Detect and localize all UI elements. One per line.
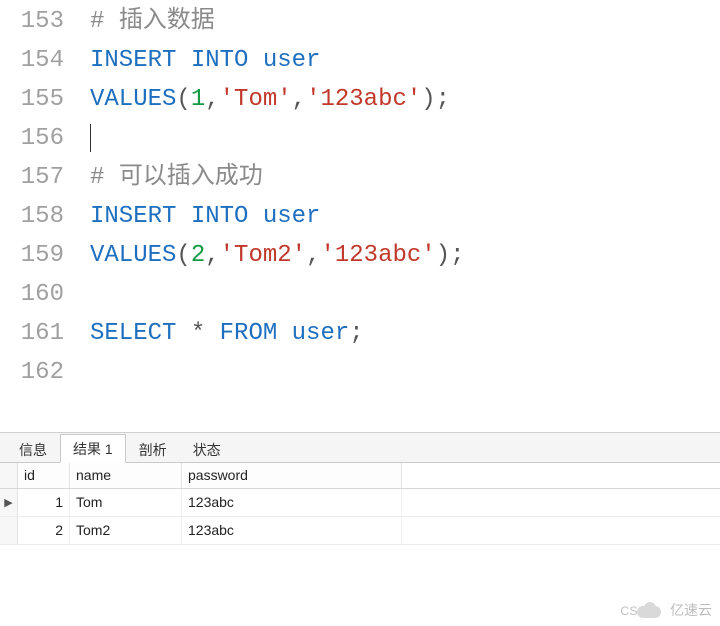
code-line[interactable]: 159VALUES(2,'Tom2','123abc'); — [0, 236, 720, 275]
code-token: 'Tom2' — [220, 242, 306, 269]
code-line[interactable]: 156 — [0, 119, 720, 158]
column-header-id[interactable]: id — [18, 463, 70, 488]
line-number: 156 — [0, 119, 78, 158]
row-handle[interactable] — [0, 517, 18, 544]
code-token: 2 — [191, 242, 205, 269]
code-token: , — [205, 242, 219, 269]
cell-password[interactable]: 123abc — [182, 517, 402, 544]
cell-name[interactable]: Tom — [70, 489, 182, 516]
row-handle[interactable]: ▶ — [0, 489, 18, 516]
code-line[interactable]: 153# 插入数据 — [0, 2, 720, 41]
code-token — [277, 320, 291, 347]
line-number: 161 — [0, 314, 78, 353]
code-token: VALUES — [90, 242, 176, 269]
line-number: 160 — [0, 275, 78, 314]
tab-信息[interactable]: 信息 — [6, 435, 60, 463]
column-header-password[interactable]: password — [182, 463, 402, 488]
grid-header-row: id name password — [0, 463, 720, 489]
code-token: , — [205, 86, 219, 113]
column-header-name[interactable]: name — [70, 463, 182, 488]
line-number: 157 — [0, 158, 78, 197]
code-token: , — [306, 242, 320, 269]
line-number: 159 — [0, 236, 78, 275]
table-row[interactable]: 2Tom2123abc — [0, 517, 720, 545]
code-line[interactable]: 155VALUES(1,'Tom','123abc'); — [0, 80, 720, 119]
code-token: user — [292, 320, 350, 347]
code-content[interactable]: # 插入数据 — [80, 2, 215, 41]
line-number: 158 — [0, 197, 78, 236]
line-number: 155 — [0, 80, 78, 119]
code-token: , — [292, 86, 306, 113]
result-grid[interactable]: id name password ▶1Tom123abc2Tom2123abc — [0, 463, 720, 545]
code-token: '123abc' — [306, 86, 421, 113]
line-number: 153 — [0, 2, 78, 41]
tab-剖析[interactable]: 剖析 — [126, 435, 180, 463]
code-token: user — [263, 203, 321, 230]
code-token — [205, 320, 219, 347]
code-token: FROM — [220, 320, 278, 347]
cell-id[interactable]: 1 — [18, 489, 70, 516]
code-line[interactable]: 160 — [0, 275, 720, 314]
code-line[interactable]: 158INSERT INTO user — [0, 197, 720, 236]
line-number: 154 — [0, 41, 78, 80]
cell-name[interactable]: Tom2 — [70, 517, 182, 544]
table-row[interactable]: ▶ 1Tom123abc — [0, 489, 720, 517]
code-token — [176, 47, 190, 74]
code-token: ; — [349, 320, 363, 347]
code-token — [176, 203, 190, 230]
code-token: INSERT — [90, 203, 176, 230]
code-token — [248, 47, 262, 74]
code-token: '123abc' — [320, 242, 435, 269]
code-editor[interactable]: 153# 插入数据154INSERT INTO user155VALUES(1,… — [0, 0, 720, 392]
line-number: 162 — [0, 353, 78, 392]
code-token: ( — [176, 86, 190, 113]
code-token: INTO — [191, 203, 249, 230]
code-token: ); — [436, 242, 465, 269]
code-token: INSERT — [90, 47, 176, 74]
code-content[interactable] — [80, 119, 91, 158]
code-token: 'Tom' — [220, 86, 292, 113]
tab-状态[interactable]: 状态 — [180, 435, 234, 463]
code-token: 可以插入成功 — [119, 164, 263, 191]
result-tabs: 信息结果 1剖析状态 — [0, 433, 720, 463]
watermark-text: 亿速云 — [670, 600, 712, 620]
code-token — [176, 320, 190, 347]
cell-id[interactable]: 2 — [18, 517, 70, 544]
code-token: VALUES — [90, 86, 176, 113]
tab-结果 1[interactable]: 结果 1 — [60, 434, 126, 463]
text-cursor — [90, 124, 91, 152]
code-token: # — [90, 8, 119, 35]
code-content[interactable]: VALUES(1,'Tom','123abc'); — [80, 80, 450, 119]
code-content[interactable]: INSERT INTO user — [80, 197, 320, 236]
code-content[interactable]: # 可以插入成功 — [80, 158, 263, 197]
row-handle-header — [0, 463, 18, 488]
code-token: # — [90, 164, 119, 191]
results-panel: 信息结果 1剖析状态 id name password ▶1Tom123abc2… — [0, 432, 720, 545]
cell-password[interactable]: 123abc — [182, 489, 402, 516]
code-token: ); — [421, 86, 450, 113]
cloud-icon — [634, 600, 664, 620]
watermark: 亿速云 — [634, 600, 712, 620]
code-content[interactable]: VALUES(2,'Tom2','123abc'); — [80, 236, 465, 275]
current-row-indicator-icon: ▶ — [4, 496, 12, 509]
code-line[interactable]: 154INSERT INTO user — [0, 41, 720, 80]
code-token: 插入数据 — [119, 8, 215, 35]
code-token: * — [191, 320, 205, 347]
code-line[interactable]: 157# 可以插入成功 — [0, 158, 720, 197]
code-line[interactable]: 162 — [0, 353, 720, 392]
code-token: INTO — [191, 47, 249, 74]
code-line[interactable]: 161SELECT * FROM user; — [0, 314, 720, 353]
code-token: 1 — [191, 86, 205, 113]
code-content[interactable]: INSERT INTO user — [80, 41, 320, 80]
code-token: SELECT — [90, 320, 176, 347]
code-token: ( — [176, 242, 190, 269]
code-content[interactable]: SELECT * FROM user; — [80, 314, 364, 353]
code-token — [248, 203, 262, 230]
code-token: user — [263, 47, 321, 74]
